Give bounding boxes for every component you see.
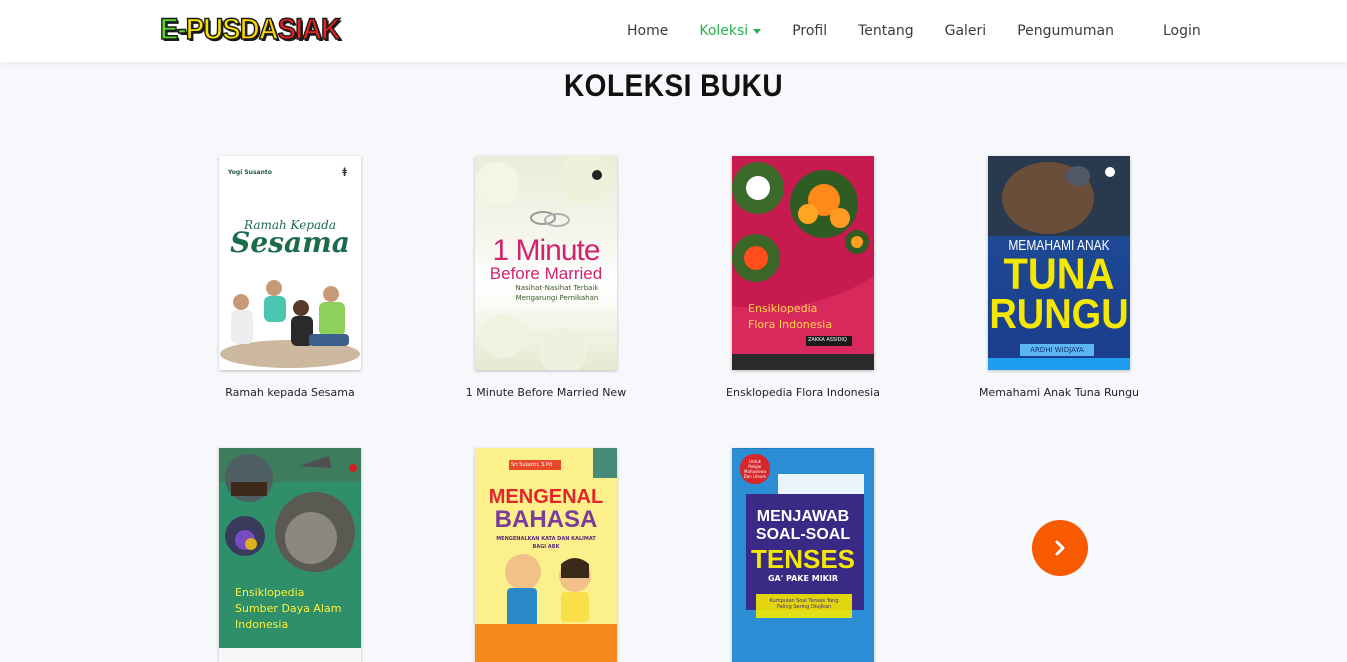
nav-galeri[interactable]: Galeri [945,23,987,39]
logo-part: PUS [185,12,241,47]
cover-subtitle: MENGENALKAN KATA DAN KALIMAT [496,536,596,542]
cover-title: MENJAWAB [756,508,850,525]
cover-title: Sesama [230,226,350,259]
book-cover[interactable]: 1 Minute Before Married Nasihat-Nasihat … [475,156,617,370]
book-title[interactable]: Ramah kepada Sesama [179,386,401,399]
cover-title: BAHASA [494,506,598,533]
book-card[interactable]: Yogi Susanto ǂ Ramah Kepada Sesama Ramah… [219,156,361,399]
cover-subtitle: Kumpulan Soal Tenses Yang Paling Sering … [769,598,839,610]
nav-home[interactable]: Home [627,23,668,39]
page-title: KOLEKSI BUKU [563,68,784,103]
book-cover[interactable]: Ensiklopedia Flora Indonesia ZAKKA ASSID… [732,156,874,370]
cover-author: ZAKKA ASSIDIQ [808,337,847,343]
cover-title: Sumber Daya Alam [235,602,342,615]
people-illustration [220,280,360,368]
flora-illustration [732,156,874,370]
book-cover[interactable]: Ensiklopedia Sumber Daya Alam Indonesia [219,448,361,662]
nav-login[interactable]: Login [1163,23,1201,39]
nav-profil[interactable]: Profil [792,23,827,39]
logo-part: DA [239,12,279,47]
navbar: E-PUSDASIAK Home Koleksi Profil Tentang … [0,0,1347,62]
book-card[interactable]: MEMAHAMI ANAK TUNA RUNGU ARDHI WIDJAYA M… [979,156,1139,399]
cover-title: 1 Minute [492,234,600,267]
cover-subtitle: Nasihat-Nasihat Terbaik [515,284,599,292]
cover-title: Flora Indonesia [748,318,833,331]
cover-author: Sri Sulastri, S.Pd [511,462,553,468]
cover-tag: Untuk Pelajar Mahasiswa Dan Umum [743,459,767,479]
book-card[interactable]: Ensiklopedia Flora Indonesia ZAKKA ASSID… [726,156,880,399]
kids-illustration [475,448,617,662]
child-photo [988,156,1130,236]
cover-title: SOAL-SOAL [755,526,851,543]
book-cover[interactable]: Yogi Susanto ǂ Ramah Kepada Sesama [219,156,361,370]
book-cover[interactable]: Sri Sulastri, S.Pd MENGENAL BAHASA MENGE… [475,448,617,662]
cover-subtitle: Mengarungi Pernikahan [515,294,599,302]
book-cover[interactable]: Untuk Pelajar Mahasiswa Dan Umum MENJAWA… [732,448,874,662]
cover-title: Before Married [489,264,603,283]
cover-author: ARDHI WIDJAYA [1020,344,1094,356]
site-logo[interactable]: E-PUSDASIAK [159,12,342,48]
logo-part: E- [159,12,187,47]
nav-koleksi-label: Koleksi [699,23,749,39]
cover-subtitle: GA' PAKE MIKIR [767,574,839,583]
book-card[interactable]: 1 Minute Before Married Nasihat-Nasihat … [466,156,626,399]
cover-title: Ensiklopedia [748,302,818,315]
main-nav: Home Koleksi Profil Tentang Galeri Pengu… [627,0,1232,62]
cover-title: Ensiklopedia [235,586,305,599]
book-cover[interactable]: MEMAHAMI ANAK TUNA RUNGU ARDHI WIDJAYA [988,156,1130,370]
logo-part: SIAK [277,12,342,47]
cover-title: Indonesia [235,618,289,631]
book-title[interactable]: Ensklopedia Flora Indonesia [692,386,914,399]
book-title[interactable]: Memahami Anak Tuna Rungu [948,386,1170,399]
book-card[interactable]: Sri Sulastri, S.Pd MENGENAL BAHASA MENGE… [475,448,617,662]
cover-title: RUNGU [989,291,1129,339]
nav-koleksi[interactable]: Koleksi [699,23,762,39]
chevron-down-icon [753,28,762,34]
book-card[interactable]: Untuk Pelajar Mahasiswa Dan Umum MENJAWA… [732,448,874,662]
cover-title: TENSES [750,544,856,574]
carousel-next-button[interactable] [1032,520,1088,576]
nav-tentang[interactable]: Tentang [858,23,914,39]
cover-subtitle: BAGI ABK [532,544,560,550]
nav-pengumuman[interactable]: Pengumuman [1017,23,1114,39]
book-title[interactable]: 1 Minute Before Married New [435,386,657,399]
chevron-right-icon [1055,540,1065,556]
book-card[interactable]: Ensiklopedia Sumber Daya Alam Indonesia [219,448,361,662]
cover-author: Yogi Susanto [228,169,272,176]
